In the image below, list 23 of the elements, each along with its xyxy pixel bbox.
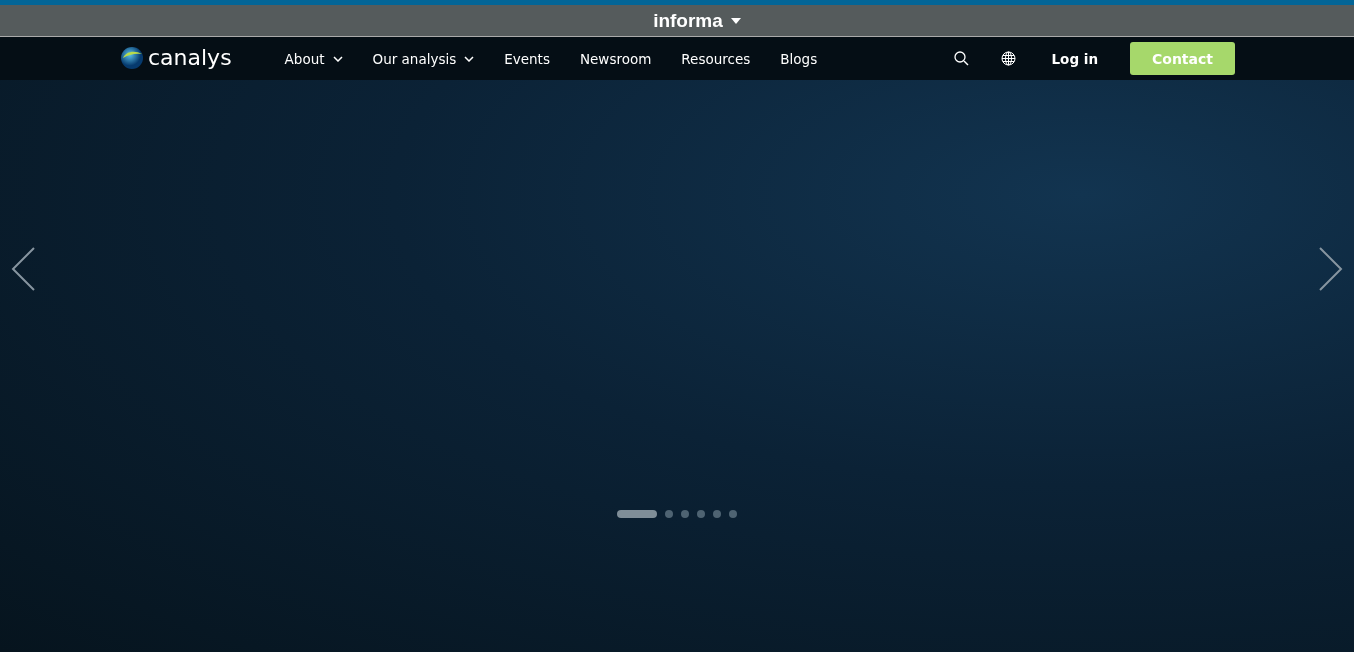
nav-link[interactable]: About bbox=[269, 50, 358, 67]
nav-link[interactable]: Events bbox=[489, 50, 565, 67]
globe-logo-icon bbox=[120, 45, 144, 70]
search-icon[interactable] bbox=[953, 51, 969, 66]
caret-icon bbox=[730, 17, 741, 24]
next-arrow-icon[interactable] bbox=[1319, 247, 1343, 291]
logo-text: canalys bbox=[148, 45, 232, 70]
nav-link[interactable]: Resources bbox=[666, 50, 766, 67]
nav-link[interactable]: Newsroom bbox=[564, 50, 667, 67]
slide-indicator[interactable] bbox=[665, 510, 673, 518]
nav-link[interactable]: Blogs bbox=[765, 50, 833, 67]
login-link[interactable]: Log in bbox=[1031, 50, 1130, 67]
brand-menu-button[interactable]: informa bbox=[613, 5, 741, 36]
slide-indicator[interactable] bbox=[697, 510, 705, 518]
caret-icon bbox=[464, 55, 475, 62]
previous-arrow-icon[interactable] bbox=[11, 247, 35, 291]
slide-indicator[interactable] bbox=[713, 510, 721, 518]
slide-indicator[interactable] bbox=[681, 510, 689, 518]
slide-indicator[interactable] bbox=[617, 510, 657, 518]
globe-icon[interactable] bbox=[1000, 51, 1016, 66]
nav-link[interactable]: Our analysis bbox=[357, 50, 490, 67]
slide-indicator[interactable] bbox=[729, 510, 737, 518]
caret-icon bbox=[332, 55, 343, 62]
